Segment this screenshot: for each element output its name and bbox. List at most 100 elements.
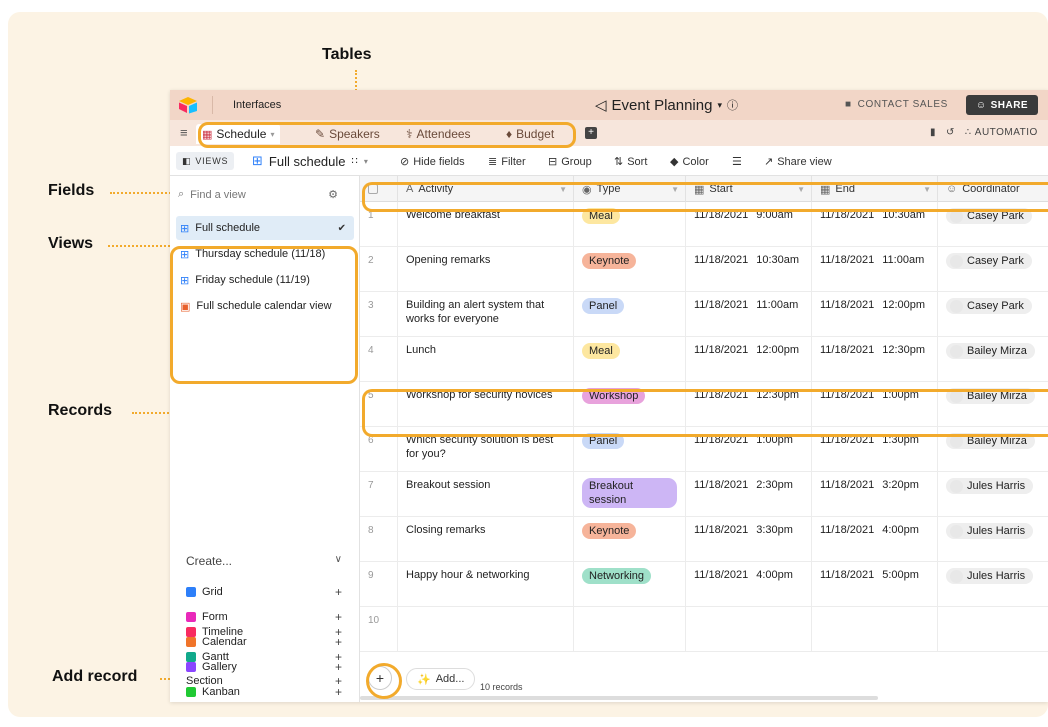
- info-icon[interactable]: ⓘ: [727, 97, 738, 113]
- coordinator-cell[interactable]: [938, 607, 1048, 652]
- coordinator-cell[interactable]: Jules Harris: [938, 472, 1048, 517]
- contact-sales-button[interactable]: ■ CONTACT SALES: [845, 99, 948, 110]
- create-section[interactable]: Section +: [186, 671, 346, 691]
- activity-cell[interactable]: [398, 607, 574, 652]
- table-row[interactable]: 4 Lunch Meal 11/18/2021 12:00pm 11/18/2021 12:…: [360, 337, 1048, 382]
- group-button[interactable]: ⊟ Group: [548, 155, 592, 169]
- plus-icon[interactable]: +: [335, 585, 342, 599]
- end-cell[interactable]: [812, 607, 938, 652]
- current-view-selector[interactable]: ⊞ Full schedule ∷ ▾: [252, 153, 368, 169]
- base-title[interactable]: ◁ Event Planning ▾ ⓘ: [595, 96, 738, 115]
- table-row[interactable]: 9 Happy hour & networking Networking 11/18/…: [360, 562, 1048, 607]
- type-cell[interactable]: Meal: [574, 202, 686, 247]
- activity-cell[interactable]: Workshop for security novices: [398, 382, 574, 427]
- coordinator-cell[interactable]: Casey Park: [938, 202, 1048, 247]
- add-record-button[interactable]: +: [368, 666, 392, 690]
- table-row[interactable]: 1 Welcome breakfast Meal 11/18/2021 9:00am 11…: [360, 202, 1048, 247]
- add-table-icon[interactable]: +: [585, 127, 597, 139]
- menu-icon[interactable]: ≡: [180, 125, 188, 140]
- start-cell[interactable]: 11/18/2021 10:30am: [686, 247, 812, 292]
- share-button[interactable]: ☺ SHARE: [966, 95, 1038, 115]
- end-cell[interactable]: 11/18/2021 10:30am: [812, 202, 938, 247]
- activity-cell[interactable]: Breakout session: [398, 472, 574, 517]
- table-row[interactable]: 5 Workshop for security novices Workshop 11…: [360, 382, 1048, 427]
- activity-cell[interactable]: Which security solution is best for you?: [398, 427, 574, 472]
- start-cell[interactable]: 11/18/2021 11:00am: [686, 292, 812, 337]
- views-toggle-button[interactable]: ◧ VIEWS: [176, 152, 235, 170]
- activity-cell[interactable]: Closing remarks: [398, 517, 574, 562]
- select-all-checkbox[interactable]: [360, 176, 398, 202]
- coordinator-cell[interactable]: Casey Park: [938, 247, 1048, 292]
- tab-budget[interactable]: ♦ Budget: [506, 124, 554, 144]
- create-gantt[interactable]: Gantt +: [186, 647, 346, 667]
- coordinator-cell[interactable]: Casey Park: [938, 292, 1048, 337]
- table-row[interactable]: 3 Building an alert system that works for…: [360, 292, 1048, 337]
- tab-speakers[interactable]: ✎ Speakers: [315, 124, 380, 144]
- end-cell[interactable]: 11/18/2021 12:30pm: [812, 337, 938, 382]
- sort-button[interactable]: ⇅ Sort: [614, 155, 647, 169]
- end-cell[interactable]: 11/18/2021 4:00pm: [812, 517, 938, 562]
- field-end[interactable]: ▦ End ▼: [812, 176, 938, 202]
- activity-cell[interactable]: Building an alert system that works for …: [398, 292, 574, 337]
- table-row[interactable]: 7 Breakout session Breakout session 11/18/2…: [360, 472, 1048, 517]
- table-row[interactable]: 8 Closing remarks Keynote 11/18/2021 3:30pm 1…: [360, 517, 1048, 562]
- add-more-button[interactable]: ✨ Add...: [406, 668, 476, 690]
- create-grid[interactable]: Grid +: [186, 582, 346, 602]
- activity-cell[interactable]: Welcome breakfast: [398, 202, 574, 247]
- find-view-input[interactable]: ⌕ Find a view ⚙: [178, 188, 350, 201]
- coordinator-cell[interactable]: Bailey Mirza: [938, 427, 1048, 472]
- end-cell[interactable]: 11/18/2021 3:20pm: [812, 472, 938, 517]
- tab-schedule[interactable]: ▦ Schedule ▾: [196, 124, 281, 144]
- table-row[interactable]: 2 Opening remarks Keynote 11/18/2021 10:30am…: [360, 247, 1048, 292]
- horizontal-scrollbar[interactable]: [360, 696, 878, 700]
- row-height-icon[interactable]: ☰: [732, 155, 742, 168]
- type-cell[interactable]: Keynote: [574, 517, 686, 562]
- type-cell[interactable]: Workshop: [574, 382, 686, 427]
- activity-cell[interactable]: Opening remarks: [398, 247, 574, 292]
- view-item-full-schedule[interactable]: ⊞ Full schedule ✔: [176, 216, 354, 240]
- type-cell[interactable]: Keynote: [574, 247, 686, 292]
- filter-button[interactable]: ≣ Filter: [488, 155, 526, 169]
- trash-icon[interactable]: ▮: [930, 127, 936, 138]
- type-cell[interactable]: Panel: [574, 427, 686, 472]
- start-cell[interactable]: 11/18/2021 2:30pm: [686, 472, 812, 517]
- activity-cell[interactable]: Happy hour & networking: [398, 562, 574, 607]
- create-view-section[interactable]: Create... ∨: [186, 554, 346, 568]
- end-cell[interactable]: 11/18/2021 1:00pm: [812, 382, 938, 427]
- type-cell[interactable]: Meal: [574, 337, 686, 382]
- start-cell[interactable]: 11/18/2021 1:00pm: [686, 427, 812, 472]
- start-cell[interactable]: 11/18/2021 12:30pm: [686, 382, 812, 427]
- view-item-thursday[interactable]: ⊞ Thursday schedule (11/18): [176, 242, 354, 266]
- hide-fields-button[interactable]: ⊘ Hide fields: [400, 155, 465, 169]
- activity-cell[interactable]: Lunch: [398, 337, 574, 382]
- start-cell[interactable]: 11/18/2021 12:00pm: [686, 337, 812, 382]
- view-item-calendar[interactable]: ▣ Full schedule calendar view: [176, 294, 354, 318]
- end-cell[interactable]: 11/18/2021 11:00am: [812, 247, 938, 292]
- type-cell[interactable]: Breakout session: [574, 472, 686, 517]
- interfaces-tab[interactable]: Interfaces: [233, 99, 281, 111]
- plus-icon[interactable]: +: [335, 625, 342, 639]
- start-cell[interactable]: 11/18/2021 4:00pm: [686, 562, 812, 607]
- field-type[interactable]: ◉ Type ▼: [574, 176, 686, 202]
- coordinator-cell[interactable]: Bailey Mirza: [938, 337, 1048, 382]
- automations-button[interactable]: ∴ AUTOMATIO: [965, 127, 1038, 138]
- create-timeline[interactable]: Timeline +: [186, 622, 346, 642]
- tab-attendees[interactable]: ⚕ Attendees: [406, 124, 471, 144]
- coordinator-cell[interactable]: Jules Harris: [938, 562, 1048, 607]
- field-activity[interactable]: A Activity ▼: [398, 176, 574, 202]
- coordinator-cell[interactable]: Jules Harris: [938, 517, 1048, 562]
- type-cell[interactable]: Networking: [574, 562, 686, 607]
- table-row[interactable]: 10: [360, 607, 1048, 652]
- share-view-button[interactable]: ↗ Share view: [764, 155, 832, 169]
- field-coordinator[interactable]: ☺ Coordinator: [938, 176, 1048, 202]
- type-cell[interactable]: [574, 607, 686, 652]
- end-cell[interactable]: 11/18/2021 12:00pm: [812, 292, 938, 337]
- start-cell[interactable]: 11/18/2021 9:00am: [686, 202, 812, 247]
- start-cell[interactable]: [686, 607, 812, 652]
- end-cell[interactable]: 11/18/2021 1:30pm: [812, 427, 938, 472]
- coordinator-cell[interactable]: Bailey Mirza: [938, 382, 1048, 427]
- color-button[interactable]: ◆ Color: [670, 155, 709, 169]
- type-cell[interactable]: Panel: [574, 292, 686, 337]
- end-cell[interactable]: 11/18/2021 5:00pm: [812, 562, 938, 607]
- plus-icon[interactable]: +: [335, 674, 342, 688]
